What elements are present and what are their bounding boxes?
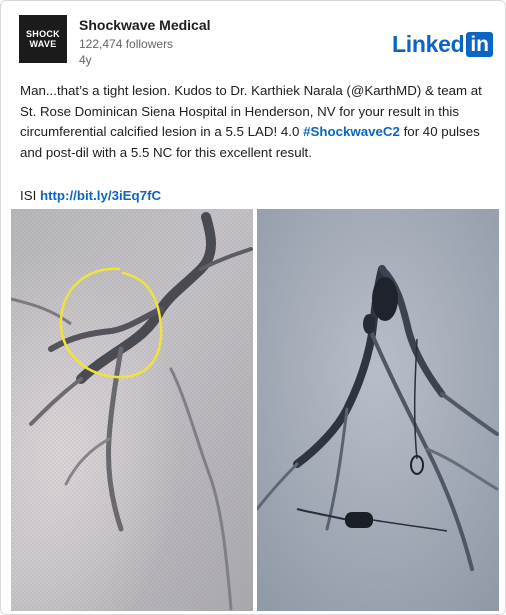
- post-header: SHOCK WAVE Shockwave Medical 122,474 fol…: [13, 15, 495, 71]
- linkedin-wordmark: Linked: [392, 31, 465, 57]
- post-image-gallery: [11, 209, 499, 611]
- angiogram-result-image[interactable]: [257, 209, 499, 611]
- avatar-text-line1: SHOCK: [25, 29, 60, 39]
- hashtag-link[interactable]: #ShockwaveC2: [303, 124, 400, 139]
- company-logo-avatar[interactable]: SHOCK WAVE: [19, 15, 67, 63]
- linkedin-logo: Linked in: [392, 31, 493, 58]
- avatar-text-line2: WAVE: [29, 39, 57, 49]
- isi-line: ISI http://bit.ly/3iEq7fC: [20, 186, 161, 206]
- isi-link[interactable]: http://bit.ly/3iEq7fC: [40, 188, 161, 203]
- post-age: 4y: [79, 53, 92, 67]
- isi-label: ISI: [20, 188, 40, 203]
- angiogram-annotated-image[interactable]: [11, 209, 253, 611]
- post-body-text: Man...that’s a tight lesion. Kudos to Dr…: [20, 81, 490, 163]
- follower-count: 122,474 followers: [79, 37, 174, 51]
- linkedin-in-icon: in: [466, 32, 493, 57]
- linkedin-post-card: SHOCK WAVE Shockwave Medical 122,474 fol…: [0, 0, 506, 615]
- company-name-link[interactable]: Shockwave Medical: [79, 17, 211, 34]
- post-meta: Shockwave Medical 122,474 followers 4y: [79, 17, 211, 68]
